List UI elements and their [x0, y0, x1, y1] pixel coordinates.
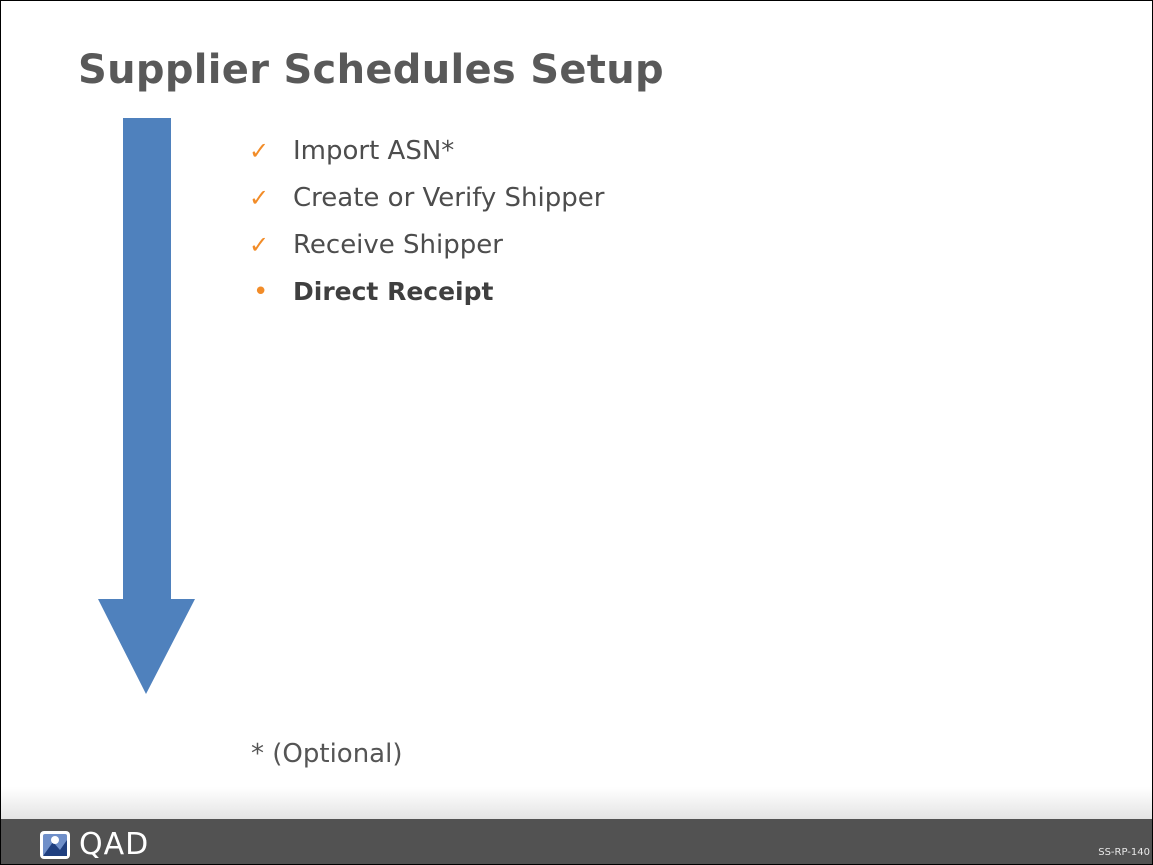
- check-icon: ✓: [249, 230, 270, 259]
- check-icon: ✓: [249, 183, 270, 212]
- footnote: * (Optional): [251, 739, 403, 769]
- list-item-current: • Direct Receipt: [249, 268, 604, 315]
- step-label: Import ASN*: [293, 135, 455, 166]
- list-item: ✓ Import ASN*: [249, 127, 604, 174]
- down-arrow-icon: [98, 118, 195, 694]
- list-item: ✓ Create or Verify Shipper: [249, 174, 604, 221]
- slide: Supplier Schedules Setup ✓ Import ASN* ✓…: [0, 0, 1153, 865]
- list-item: ✓ Receive Shipper: [249, 221, 604, 268]
- slide-title: Supplier Schedules Setup: [78, 47, 664, 93]
- bullet-icon: •: [253, 276, 269, 307]
- footer-bar: QAD SS-RP-140: [1, 819, 1152, 864]
- qad-logo: QAD: [39, 827, 149, 862]
- step-label: Create or Verify Shipper: [293, 182, 605, 213]
- logo-text: QAD: [79, 827, 150, 862]
- slide-code: SS-RP-140: [1098, 847, 1150, 858]
- footer-shadow: [1, 787, 1152, 819]
- step-list: ✓ Import ASN* ✓ Create or Verify Shipper…: [249, 127, 604, 315]
- check-icon: ✓: [249, 136, 270, 165]
- step-label: Receive Shipper: [293, 229, 503, 260]
- step-label: Direct Receipt: [293, 277, 494, 306]
- qad-logo-icon: [40, 830, 70, 859]
